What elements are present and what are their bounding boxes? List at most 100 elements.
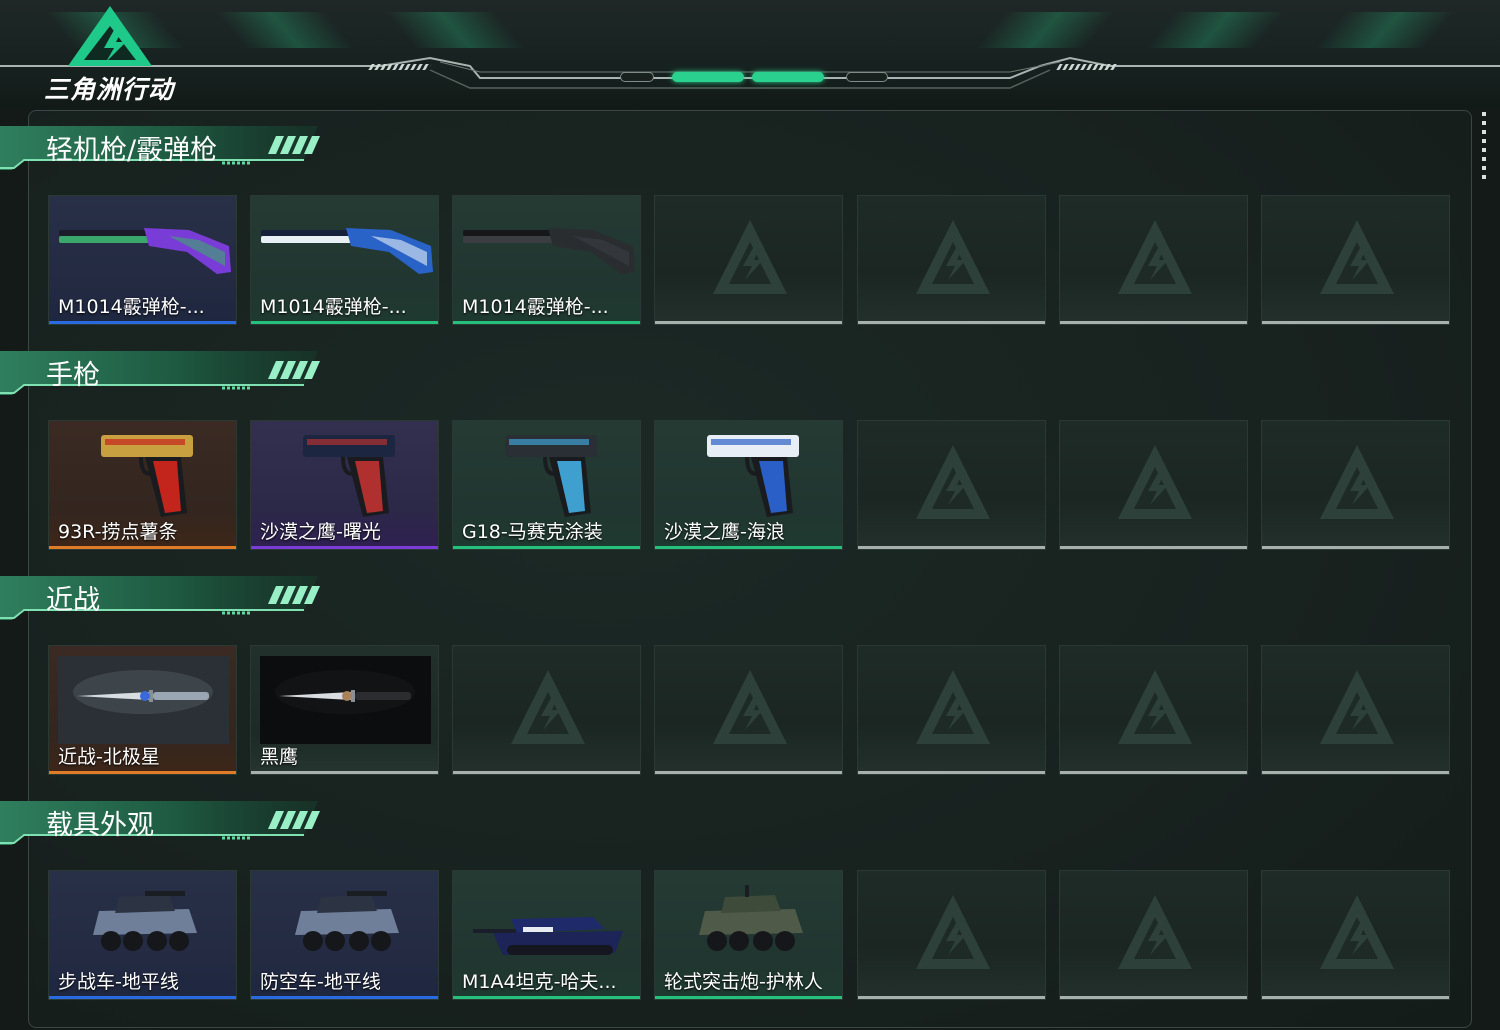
shotgun-icon xyxy=(59,228,231,274)
rarity-bar xyxy=(251,996,438,999)
empty-slot-bar xyxy=(858,546,1045,549)
header-decor-dots xyxy=(368,64,432,70)
tank-icon xyxy=(473,917,623,955)
delta-watermark-icon xyxy=(916,670,990,744)
rarity-bar xyxy=(453,546,640,549)
item-name: M1A4坦克-哈夫... xyxy=(462,971,617,993)
page-indicator-segment xyxy=(846,72,888,82)
empty-slot xyxy=(1059,195,1248,325)
item-name: 沙漠之鹰-曙光 xyxy=(260,521,381,543)
item-name: 轮式突击炮-护林人 xyxy=(664,971,823,993)
item-card[interactable]: 沙漠之鹰-曙光 xyxy=(250,420,439,550)
delta-watermark-icon xyxy=(1118,220,1192,294)
empty-slot-bar xyxy=(1060,996,1247,999)
shotgun-icon xyxy=(261,228,433,274)
item-name: M1014霰弹枪-... xyxy=(58,296,205,318)
delta-watermark-icon xyxy=(1320,445,1394,519)
item-name: G18-马赛克涂装 xyxy=(462,521,603,543)
delta-watermark-icon xyxy=(713,220,787,294)
delta-watermark-icon xyxy=(1320,670,1394,744)
delta-watermark-icon xyxy=(511,670,585,744)
item-card[interactable]: M1A4坦克-哈夫... xyxy=(452,870,641,1000)
empty-slot-bar xyxy=(1060,546,1247,549)
rarity-bar xyxy=(49,321,236,324)
category-title: 近战 xyxy=(46,585,100,616)
item-card[interactable]: M1014霰弹枪-... xyxy=(250,195,439,325)
empty-slot xyxy=(452,645,641,775)
empty-slot-bar xyxy=(1262,996,1449,999)
header-decor-dots xyxy=(1056,64,1120,70)
shotgun-icon xyxy=(463,228,635,274)
rarity-bar xyxy=(251,771,438,774)
page-indicator-segment-active xyxy=(752,72,824,82)
item-card[interactable]: 步战车-地平线 xyxy=(48,870,237,1000)
item-name: 防空车-地平线 xyxy=(260,971,381,993)
item-name: M1014霰弹枪-... xyxy=(260,296,407,318)
item-name: 93R-捞点薯条 xyxy=(58,521,178,543)
knife-icon xyxy=(260,656,431,744)
rarity-bar xyxy=(49,546,236,549)
category-header: 轻机枪/霰弹枪 xyxy=(0,120,330,172)
page-indicator xyxy=(620,72,890,82)
item-card[interactable]: M1014霰弹枪-... xyxy=(48,195,237,325)
empty-slot-bar xyxy=(1060,771,1247,774)
scrollbar[interactable] xyxy=(1482,112,1486,180)
empty-slot-bar xyxy=(858,321,1045,324)
category-title: 手枪 xyxy=(46,360,100,391)
armored-vehicle-icon xyxy=(295,891,399,951)
delta-watermark-icon xyxy=(1320,895,1394,969)
empty-slot xyxy=(1059,645,1248,775)
empty-slot-bar xyxy=(453,771,640,774)
empty-slot xyxy=(1059,420,1248,550)
rarity-bar xyxy=(453,321,640,324)
empty-slot-bar xyxy=(1262,546,1449,549)
empty-slot-bar xyxy=(1262,321,1449,324)
item-name: 沙漠之鹰-海浪 xyxy=(664,521,785,543)
pistol-icon xyxy=(101,435,193,517)
empty-slot xyxy=(1261,645,1450,775)
empty-slot xyxy=(1261,870,1450,1000)
delta-logo-icon xyxy=(68,6,152,66)
item-card[interactable]: 93R-捞点薯条 xyxy=(48,420,237,550)
delta-watermark-icon xyxy=(1320,220,1394,294)
empty-slot xyxy=(857,420,1046,550)
item-card[interactable]: G18-马赛克涂装 xyxy=(452,420,641,550)
rarity-bar xyxy=(251,546,438,549)
pistol-icon xyxy=(303,435,395,517)
delta-watermark-icon xyxy=(916,895,990,969)
pistol-icon xyxy=(505,435,597,517)
empty-slot-bar xyxy=(655,321,842,324)
item-name: 近战-北极星 xyxy=(58,746,160,768)
empty-slot-bar xyxy=(655,771,842,774)
empty-slot-bar xyxy=(858,771,1045,774)
item-card[interactable]: 沙漠之鹰-海浪 xyxy=(654,420,843,550)
item-name: 黑鹰 xyxy=(260,746,299,768)
page-indicator-segment xyxy=(620,72,654,82)
delta-watermark-icon xyxy=(916,220,990,294)
item-card[interactable]: 近战-北极星 xyxy=(48,645,237,775)
item-card[interactable]: M1014霰弹枪-... xyxy=(452,195,641,325)
category-header: 近战 xyxy=(0,570,330,622)
page-indicator-segment-active xyxy=(672,72,744,82)
pistol-icon xyxy=(707,435,799,517)
empty-slot xyxy=(654,195,843,325)
item-card[interactable]: 轮式突击炮-护林人 xyxy=(654,870,843,1000)
empty-slot xyxy=(857,645,1046,775)
delta-watermark-icon xyxy=(1118,895,1192,969)
category-title: 载具外观 xyxy=(46,810,154,841)
rarity-bar xyxy=(655,546,842,549)
rarity-bar xyxy=(49,771,236,774)
category-title: 轻机枪/霰弹枪 xyxy=(46,135,218,166)
item-card[interactable]: 黑鹰 xyxy=(250,645,439,775)
delta-watermark-icon xyxy=(916,445,990,519)
item-card[interactable]: 防空车-地平线 xyxy=(250,870,439,1000)
empty-slot xyxy=(1059,870,1248,1000)
rarity-bar xyxy=(453,996,640,999)
category-header: 手枪 xyxy=(0,345,330,397)
delta-watermark-icon xyxy=(1118,445,1192,519)
empty-slot-bar xyxy=(1262,771,1449,774)
rarity-bar xyxy=(49,996,236,999)
empty-slot xyxy=(857,195,1046,325)
rarity-bar xyxy=(655,996,842,999)
item-name: M1014霰弹枪-... xyxy=(462,296,609,318)
